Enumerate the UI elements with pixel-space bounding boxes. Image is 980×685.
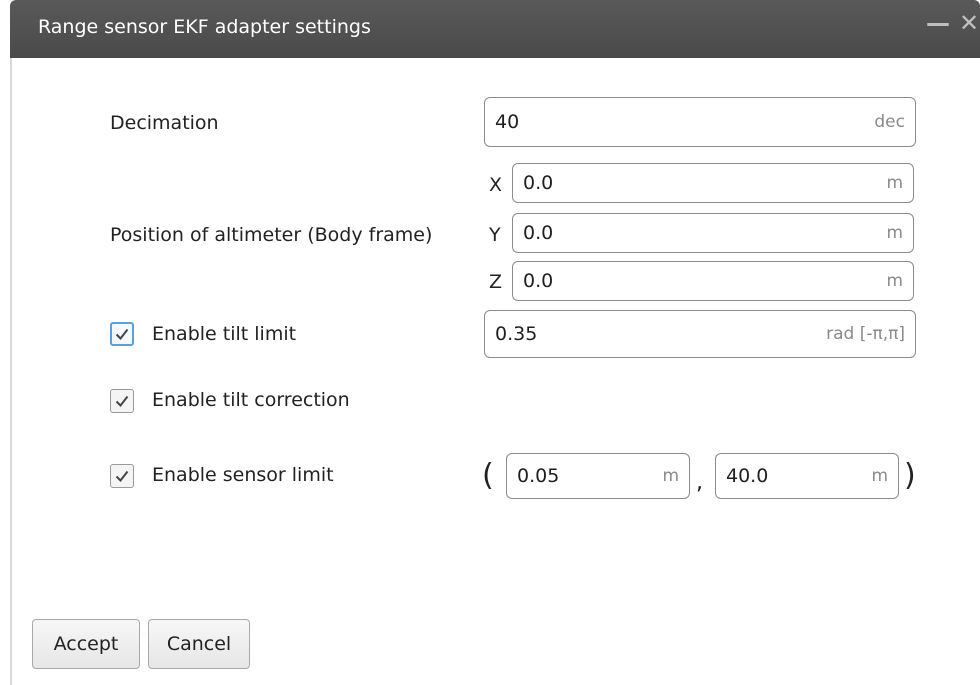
tilt-limit-input[interactable]: 0.35 rad [-π,π] bbox=[484, 310, 916, 358]
sensor-limit-min-unit: m bbox=[662, 466, 679, 486]
tilt-limit-value: 0.35 bbox=[495, 323, 538, 345]
position-z-unit: m bbox=[886, 271, 903, 291]
tilt-limit-checkbox[interactable] bbox=[110, 322, 134, 346]
position-y-unit: m bbox=[886, 223, 903, 243]
title-bar[interactable]: Range sensor EKF adapter settings — ✕ bbox=[10, 0, 980, 58]
tilt-correction-checkbox[interactable] bbox=[110, 389, 134, 413]
decimation-input[interactable]: 40 dec bbox=[484, 97, 916, 147]
checkmark-icon bbox=[115, 470, 129, 483]
position-x-value: 0.0 bbox=[523, 172, 554, 194]
sensor-limit-max-unit: m bbox=[871, 466, 888, 486]
position-y-input[interactable]: 0.0 m bbox=[512, 213, 914, 253]
sensor-limit-min-input[interactable]: 0.05 m bbox=[506, 453, 690, 499]
position-label: Position of altimeter (Body frame) bbox=[110, 224, 433, 246]
checkmark-icon bbox=[115, 328, 129, 341]
position-z-input[interactable]: 0.0 m bbox=[512, 261, 914, 301]
window-controls: — ✕ bbox=[926, 11, 980, 35]
axis-y-label: Y bbox=[489, 224, 501, 246]
range-separator: , bbox=[696, 470, 703, 495]
open-paren: ( bbox=[482, 458, 494, 493]
sensor-limit-min-value: 0.05 bbox=[517, 465, 560, 487]
axis-x-label: X bbox=[489, 174, 503, 196]
tilt-limit-unit: rad [-π,π] bbox=[826, 324, 905, 344]
close-paren: ) bbox=[904, 458, 916, 493]
minimize-icon[interactable]: — bbox=[926, 11, 950, 35]
decimation-value: 40 bbox=[495, 111, 520, 133]
position-x-input[interactable]: 0.0 m bbox=[512, 163, 914, 203]
settings-dialog: Range sensor EKF adapter settings — ✕ De… bbox=[0, 0, 980, 685]
position-y-value: 0.0 bbox=[523, 222, 554, 244]
checkmark-icon bbox=[115, 395, 129, 408]
sensor-limit-label: Enable sensor limit bbox=[152, 464, 334, 486]
accept-button[interactable]: Accept bbox=[32, 619, 140, 669]
cancel-button[interactable]: Cancel bbox=[148, 619, 250, 669]
sensor-limit-max-value: 40.0 bbox=[726, 465, 769, 487]
sensor-limit-checkbox[interactable] bbox=[110, 464, 134, 488]
tilt-correction-label: Enable tilt correction bbox=[152, 389, 350, 411]
sensor-limit-max-input[interactable]: 40.0 m bbox=[715, 453, 899, 499]
position-x-unit: m bbox=[886, 173, 903, 193]
position-z-value: 0.0 bbox=[523, 270, 554, 292]
close-icon[interactable]: ✕ bbox=[958, 11, 980, 35]
content-area bbox=[10, 58, 980, 685]
tilt-limit-label: Enable tilt limit bbox=[152, 323, 297, 345]
axis-z-label: Z bbox=[489, 271, 503, 293]
decimation-label: Decimation bbox=[110, 112, 219, 134]
decimation-unit: dec bbox=[874, 112, 905, 132]
window-title: Range sensor EKF adapter settings bbox=[38, 16, 371, 38]
